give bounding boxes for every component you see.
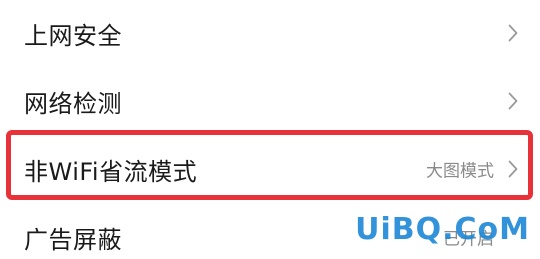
settings-item-value: 大图模式	[426, 161, 494, 182]
chevron-right-icon	[508, 160, 518, 178]
chevron-right-icon	[508, 24, 518, 42]
watermark-logo: UiBQ.CoM	[355, 212, 530, 247]
settings-item-label: 上网安全	[24, 21, 122, 50]
chevron-right-icon	[508, 92, 518, 110]
settings-item-network-check[interactable]: 网络检测	[0, 68, 540, 134]
settings-item-web-security[interactable]: 上网安全	[0, 0, 540, 66]
settings-item-label: 非WiFi省流模式	[24, 157, 198, 186]
settings-item-data-saver[interactable]: 非WiFi省流模式 大图模式	[0, 138, 540, 200]
settings-item-label: 广告屏蔽	[24, 225, 122, 254]
settings-screen: 上网安全 网络检测 非WiFi省流模式 大图模式 广告屏蔽 已开启 UiBQ.C…	[0, 0, 540, 259]
settings-item-label: 网络检测	[24, 89, 122, 118]
